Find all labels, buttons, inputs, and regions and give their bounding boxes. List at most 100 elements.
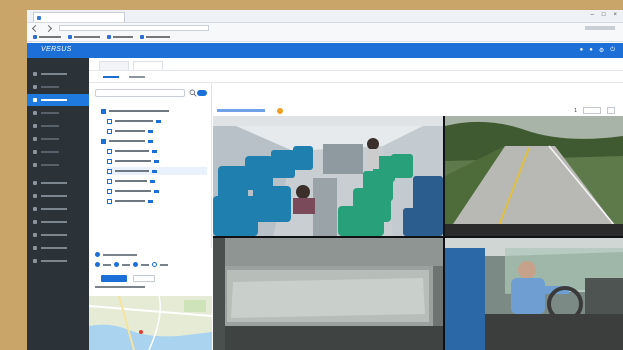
sidebar-item[interactable] [27,146,89,158]
sidebar-item[interactable] [27,133,89,145]
checkbox[interactable] [107,118,112,124]
bookmark-icon [33,35,37,39]
sidebar-item[interactable] [27,190,89,202]
maximize-button[interactable]: □ [602,12,606,18]
sidebar-item[interactable] [27,255,89,267]
map-view[interactable] [89,296,212,350]
sidebar-item[interactable] [27,81,89,93]
page-tab[interactable] [99,61,129,70]
checkbox[interactable] [107,128,112,134]
minimize-button[interactable]: – [591,12,594,18]
sidebar-item[interactable] [27,242,89,254]
video-grid [213,116,623,350]
sidebar-item[interactable] [27,229,89,241]
grid-controls: 1 [574,107,615,114]
sidebar-item[interactable] [27,177,89,189]
bookmark-item[interactable] [107,35,133,39]
fullscreen-icon[interactable] [607,107,615,114]
checkbox[interactable] [107,168,112,174]
browser-menu-icon[interactable] [585,26,615,30]
sidebar-item-active[interactable] [27,94,89,106]
bookmark-icon [68,35,72,39]
power-icon[interactable]: ⏻ [610,47,615,54]
checkbox[interactable] [107,188,112,194]
tree-node-vehicle[interactable] [107,157,159,165]
sub-tab-active[interactable] [103,75,119,78]
bookmarks-bar [27,33,623,42]
menu-icon [33,98,37,102]
playback-options [89,248,212,296]
video-tile-driver[interactable] [445,238,623,350]
browser-title-bar: – □ × [27,10,623,23]
menu-icon [33,207,37,211]
sub-tab[interactable] [129,75,145,78]
sidebar-item[interactable] [27,120,89,132]
menu-icon [33,150,37,154]
sidebar-item[interactable] [27,203,89,215]
bookmark-icon [140,35,144,39]
tree-node-vehicle[interactable] [107,187,159,195]
door-video-frame [213,238,443,350]
camera-icon [148,139,153,143]
menu-icon [33,220,37,224]
grid-layout-select[interactable] [583,107,601,114]
back-icon[interactable] [31,24,40,32]
checkbox[interactable] [107,158,112,164]
alarm-icon[interactable] [277,108,283,114]
radio-button[interactable] [133,262,138,267]
window-controls: – □ × [591,12,617,18]
url-field[interactable] [59,25,209,31]
user-icon[interactable]: ● [589,47,593,54]
tree-node-group[interactable] [101,107,169,115]
radio-button[interactable] [114,262,119,267]
checkbox[interactable] [101,138,106,144]
tree-node-vehicle[interactable] [107,147,157,155]
checkbox[interactable] [107,148,112,154]
apply-button[interactable] [101,275,127,282]
map-graphic [89,296,212,350]
video-toolbar: 1 [213,106,623,116]
tree-node-vehicle[interactable] [107,197,153,205]
bookmark-item[interactable] [140,35,170,39]
sidebar-item[interactable] [27,216,89,228]
app-logo: VERSUS [41,46,72,53]
browser-tab[interactable] [33,12,125,22]
menu-icon [33,181,37,185]
tree-node-vehicle[interactable] [107,127,153,135]
forward-icon[interactable] [44,24,53,32]
vehicle-search-input[interactable] [95,89,185,97]
tree-node-vehicle-selected[interactable] [107,167,207,175]
bell-icon[interactable]: ● [580,47,584,54]
reset-button[interactable] [133,275,155,282]
sidebar-item[interactable] [27,107,89,119]
address-bar[interactable] [27,23,623,33]
sidebar-item[interactable] [27,68,89,80]
sidebar-item[interactable] [27,159,89,171]
camera-icon [154,159,159,163]
search-icon[interactable] [189,89,197,97]
radio-button[interactable] [152,262,157,267]
tree-node-vehicle[interactable] [107,177,155,185]
stop-all-link[interactable] [217,109,265,112]
video-tile-cabin[interactable] [213,116,443,236]
video-tile-door[interactable] [213,238,443,350]
checkbox[interactable] [101,108,106,114]
option-row [95,286,145,288]
tree-node-vehicle[interactable] [107,117,161,125]
checkbox[interactable] [107,178,112,184]
option-row[interactable] [95,252,137,257]
tree-node-group[interactable] [101,137,153,145]
bookmark-item[interactable] [68,35,100,39]
menu-icon [33,85,37,89]
video-tile-road[interactable] [445,116,623,236]
radio-button[interactable] [95,262,100,267]
checkbox[interactable] [107,198,112,204]
close-button[interactable]: × [613,12,617,18]
radio-button[interactable] [95,252,100,257]
favicon-icon [37,16,41,20]
camera-icon [148,129,153,133]
online-toggle[interactable] [197,90,207,96]
page-tab-active[interactable] [133,61,163,70]
bookmark-item[interactable] [33,35,61,39]
settings-icon[interactable]: ⚙ [599,47,604,54]
